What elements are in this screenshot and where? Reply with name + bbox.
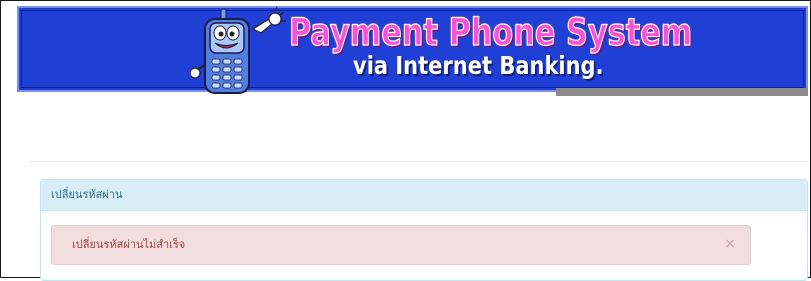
banner-subtitle: via Internet Banking.	[353, 51, 604, 80]
phone-mascot-icon	[191, 7, 286, 94]
error-alert: เปลี่ยนรหัสผ่านไม่สำเร็จ ×	[51, 225, 751, 265]
change-password-panel: เปลี่ยนรหัสผ่าน เปลี่ยนรหัสผ่านไม่สำเร็จ…	[40, 179, 808, 281]
banner-title: Payment Phone System	[289, 10, 693, 54]
page-frame: Payment Phone System via Internet Bankin…	[0, 0, 811, 281]
close-icon[interactable]: ×	[724, 226, 736, 262]
content-divider	[29, 161, 808, 162]
panel-heading: เปลี่ยนรหัสผ่าน	[41, 180, 807, 211]
header-banner: Payment Phone System via Internet Bankin…	[1, 1, 810, 97]
alert-message: เปลี่ยนรหัสผ่านไม่สำเร็จ	[72, 238, 186, 251]
banner-shadow-bar	[556, 88, 808, 96]
